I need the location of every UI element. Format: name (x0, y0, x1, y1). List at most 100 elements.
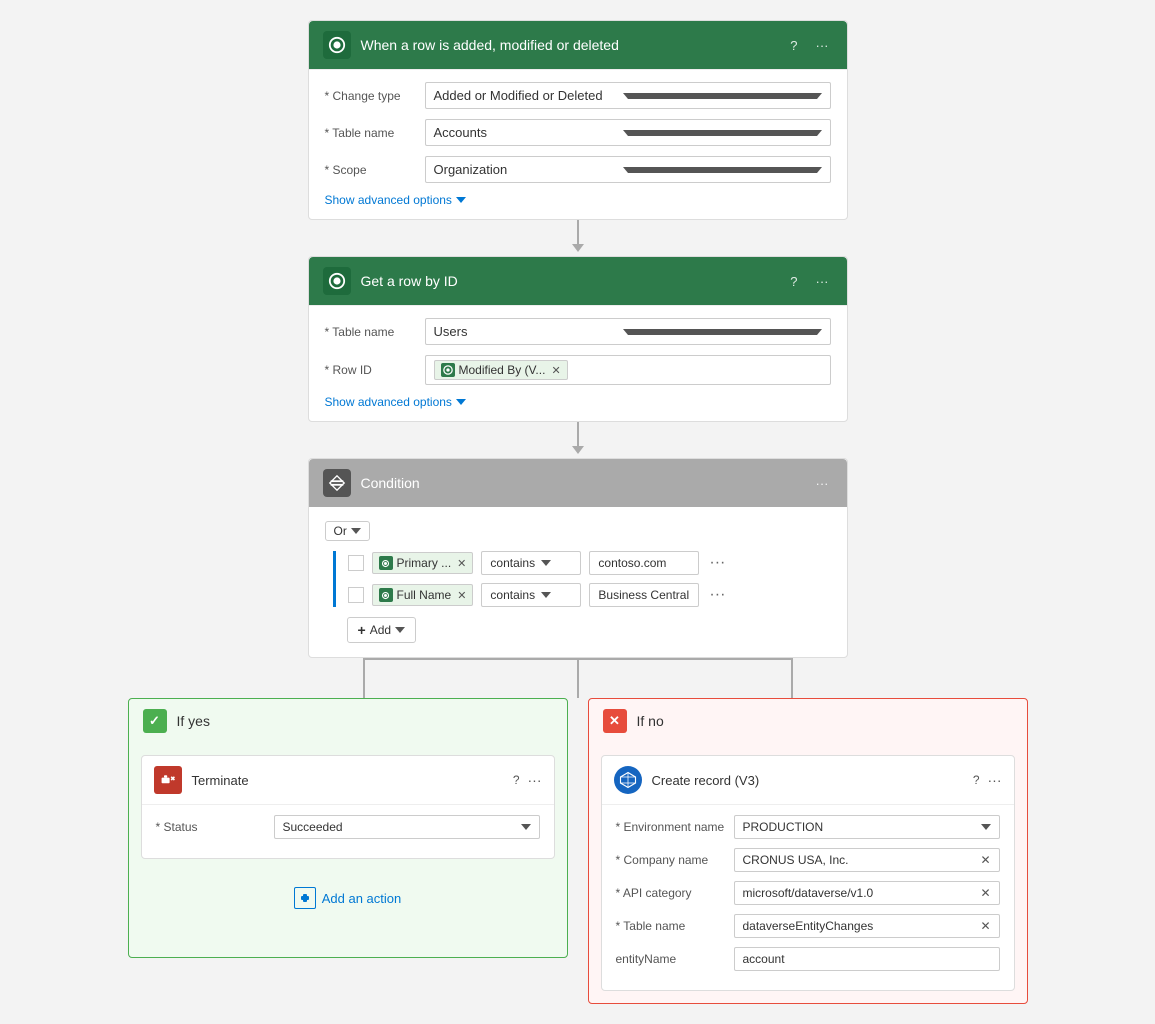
api-category-clear-button[interactable]: ✕ (980, 886, 990, 900)
env-select[interactable]: PRODUCTION (734, 815, 1000, 839)
cond-operator-value-1: contains (490, 556, 535, 570)
get-row-body: * Table name Users * Row ID (309, 306, 847, 421)
cond-operator-2[interactable]: contains (481, 583, 581, 607)
add-condition-button[interactable]: + Add (347, 617, 417, 643)
condition-header: Condition ··· (309, 459, 847, 507)
get-row-card: Get a row by ID ? ··· * Table name Users… (308, 256, 848, 422)
get-row-help-button[interactable]: ? (786, 272, 801, 291)
get-row-table-select[interactable]: Users (425, 318, 831, 345)
cond-token-icon-2 (379, 588, 393, 602)
add-action-button[interactable]: Add an action (129, 871, 567, 925)
cond-token-label-2: Full Name (397, 588, 452, 602)
trigger-show-advanced[interactable]: Show advanced options (325, 193, 831, 207)
status-chevron (521, 824, 531, 830)
create-record-title: Create record (V3) (652, 773, 963, 788)
cond-token-close-1[interactable]: ✕ (457, 557, 466, 570)
terminate-body: * Status Succeeded (142, 805, 554, 858)
get-row-actions: ? ··· (786, 272, 832, 291)
row-id-token-icon (441, 363, 455, 377)
if-no-label: If no (637, 713, 664, 729)
status-label: * Status (156, 820, 266, 834)
cond-value-2[interactable]: Business Central (589, 583, 699, 607)
terminate-actions: ? ··· (513, 772, 542, 788)
condition-more-button[interactable]: ··· (812, 474, 833, 493)
create-table-field[interactable]: dataverseEntityChanges ✕ (734, 914, 1000, 938)
company-value: CRONUS USA, Inc. (743, 853, 849, 867)
add-chevron (395, 627, 405, 633)
cond-token-label-1: Primary ... (397, 556, 452, 570)
terminate-help-button[interactable]: ? (513, 772, 520, 788)
table-name-value: Accounts (434, 125, 623, 140)
cond-dots-2[interactable]: ··· (709, 586, 725, 604)
trigger-help-button[interactable]: ? (786, 36, 801, 55)
condition-checkbox-2[interactable] (348, 587, 364, 603)
yes-badge: ✓ (143, 709, 167, 733)
create-record-header: Create record (V3) ? ··· (602, 756, 1014, 805)
cond-dots-1[interactable]: ··· (709, 554, 725, 572)
get-row-more-button[interactable]: ··· (812, 272, 833, 291)
show-advanced-label: Show advanced options (325, 193, 452, 207)
condition-title: Condition (361, 475, 802, 491)
terminate-icon (154, 766, 182, 794)
cond-value-1[interactable]: contoso.com (589, 551, 699, 575)
api-category-field[interactable]: microsoft/dataverse/v1.0 ✕ (734, 881, 1000, 905)
connector-1 (572, 220, 584, 256)
get-row-header: Get a row by ID ? ··· (309, 257, 847, 306)
entity-name-label: entityName (616, 952, 726, 966)
get-row-show-advanced[interactable]: Show advanced options (325, 395, 831, 409)
row-id-field[interactable]: Modified By (V... ✕ (425, 355, 831, 385)
or-badge[interactable]: Or (325, 521, 370, 541)
change-type-value: Added or Modified or Deleted (434, 88, 623, 103)
api-category-value: microsoft/dataverse/v1.0 (743, 886, 874, 900)
trigger-more-button[interactable]: ··· (812, 36, 833, 55)
trigger-header: When a row is added, modified or deleted… (309, 21, 847, 70)
terminate-card: Terminate ? ··· * Status Succeeded (141, 755, 555, 859)
split-connector-area (128, 658, 1028, 698)
trigger-icon (323, 31, 351, 59)
create-record-icon (614, 766, 642, 794)
add-label: Add (370, 623, 391, 637)
create-record-help-button[interactable]: ? (973, 772, 980, 788)
change-type-label: * Change type (325, 89, 415, 103)
or-chevron (351, 528, 361, 534)
terminate-more-button[interactable]: ··· (528, 772, 542, 788)
condition-icon (323, 469, 351, 497)
create-record-more-button[interactable]: ··· (988, 772, 1002, 788)
change-type-row: * Change type Added or Modified or Delet… (325, 82, 831, 109)
cond-operator-1[interactable]: contains (481, 551, 581, 575)
entity-name-field[interactable]: account (734, 947, 1000, 971)
terminate-title: Terminate (192, 773, 503, 788)
entity-name-row: entityName account (616, 947, 1000, 971)
row-id-token-close[interactable]: ✕ (551, 364, 560, 377)
company-clear-button[interactable]: ✕ (980, 853, 990, 867)
cond-token-close-2[interactable]: ✕ (457, 589, 466, 602)
change-type-select[interactable]: Added or Modified or Deleted (425, 82, 831, 109)
cond-token-icon-1 (379, 556, 393, 570)
condition-token-2: Full Name ✕ (372, 584, 474, 606)
show-advanced-chevron (456, 197, 466, 203)
if-no-header: ✕ If no (589, 699, 1027, 743)
condition-checkbox-1[interactable] (348, 555, 364, 571)
company-label: * Company name (616, 853, 726, 867)
scope-select[interactable]: Organization (425, 156, 831, 183)
change-type-chevron (623, 93, 822, 99)
condition-row-2: Full Name ✕ contains Business Central ··… (348, 583, 831, 607)
table-name-select[interactable]: Accounts (425, 119, 831, 146)
condition-actions: ··· (812, 474, 833, 493)
api-category-row: * API category microsoft/dataverse/v1.0 … (616, 881, 1000, 905)
row-id-token: Modified By (V... ✕ (434, 360, 568, 380)
condition-card: Condition ··· Or (308, 458, 848, 658)
status-select[interactable]: Succeeded (274, 815, 540, 839)
row-id-row: * Row ID Modified By (V... ✕ (325, 355, 831, 385)
env-chevron (981, 824, 991, 830)
entity-name-value: account (743, 952, 785, 966)
company-field[interactable]: CRONUS USA, Inc. ✕ (734, 848, 1000, 872)
trigger-body: * Change type Added or Modified or Delet… (309, 70, 847, 219)
create-table-clear-button[interactable]: ✕ (980, 919, 990, 933)
connector-line-1 (577, 220, 579, 244)
get-row-table-value: Users (434, 324, 623, 339)
condition-token-1: Primary ... ✕ (372, 552, 474, 574)
env-value: PRODUCTION (743, 820, 824, 834)
status-row: * Status Succeeded (156, 815, 540, 839)
create-record-actions: ? ··· (973, 772, 1002, 788)
